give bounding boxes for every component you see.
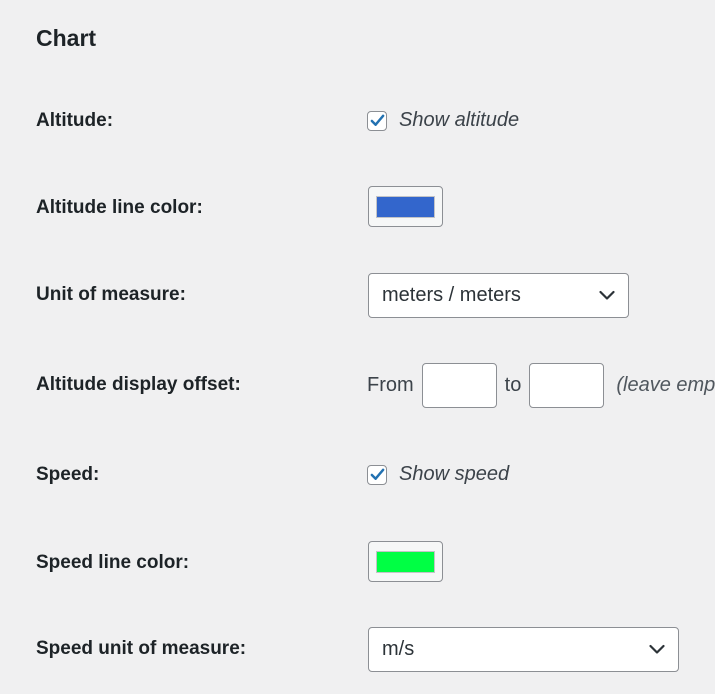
offset-hint: (leave emp <box>616 374 715 396</box>
show-altitude-label: Show altitude <box>399 109 520 131</box>
altitude-color-swatch <box>376 195 435 218</box>
altitude-color-label: Altitude line color: <box>36 197 203 218</box>
offset-label: Altitude display offset: <box>36 374 241 395</box>
offset-from-label: From <box>367 374 414 396</box>
unit-select-value: meters / meters <box>382 284 521 306</box>
altitude-label: Altitude: <box>36 110 114 131</box>
offset-to-input[interactable] <box>529 363 605 408</box>
chevron-down-icon <box>649 644 665 654</box>
speed-unit-select[interactable]: m/s <box>368 627 679 672</box>
offset-from-input[interactable] <box>421 363 497 408</box>
offset-to-label: to <box>504 374 522 396</box>
speed-color-picker[interactable] <box>368 541 443 582</box>
settings-page: Chart Altitude: Show altitude Altitude l… <box>0 0 715 694</box>
altitude-color-row: Altitude line color: <box>0 186 715 228</box>
show-altitude-option[interactable]: Show altitude <box>366 109 519 132</box>
speed-row: Speed: Show speed <box>0 462 715 488</box>
speed-unit-label: Speed unit of measure: <box>36 638 247 659</box>
section-title: Chart <box>36 25 97 51</box>
speed-color-row: Speed line color: <box>0 541 715 583</box>
unit-label: Unit of measure: <box>36 284 186 305</box>
offset-row: Altitude display offset: From to (leave … <box>0 363 715 409</box>
speed-label: Speed: <box>36 464 100 485</box>
altitude-row: Altitude: Show altitude <box>0 108 715 134</box>
speed-unit-row: Speed unit of measure: m/s <box>0 627 715 673</box>
checkmark-icon <box>370 114 385 126</box>
unit-select[interactable]: meters / meters <box>368 273 629 318</box>
checkmark-icon <box>370 468 385 480</box>
speed-color-label: Speed line color: <box>36 552 190 573</box>
show-speed-checkbox[interactable] <box>367 464 387 485</box>
show-altitude-checkbox[interactable] <box>367 110 387 131</box>
unit-row: Unit of measure: meters / meters <box>0 273 715 319</box>
speed-color-swatch <box>376 550 435 573</box>
chevron-down-icon <box>599 290 615 300</box>
speed-unit-select-value: m/s <box>382 638 415 660</box>
show-speed-option[interactable]: Show speed <box>366 463 509 486</box>
altitude-color-picker[interactable] <box>368 186 443 227</box>
show-speed-label: Show speed <box>399 463 510 485</box>
